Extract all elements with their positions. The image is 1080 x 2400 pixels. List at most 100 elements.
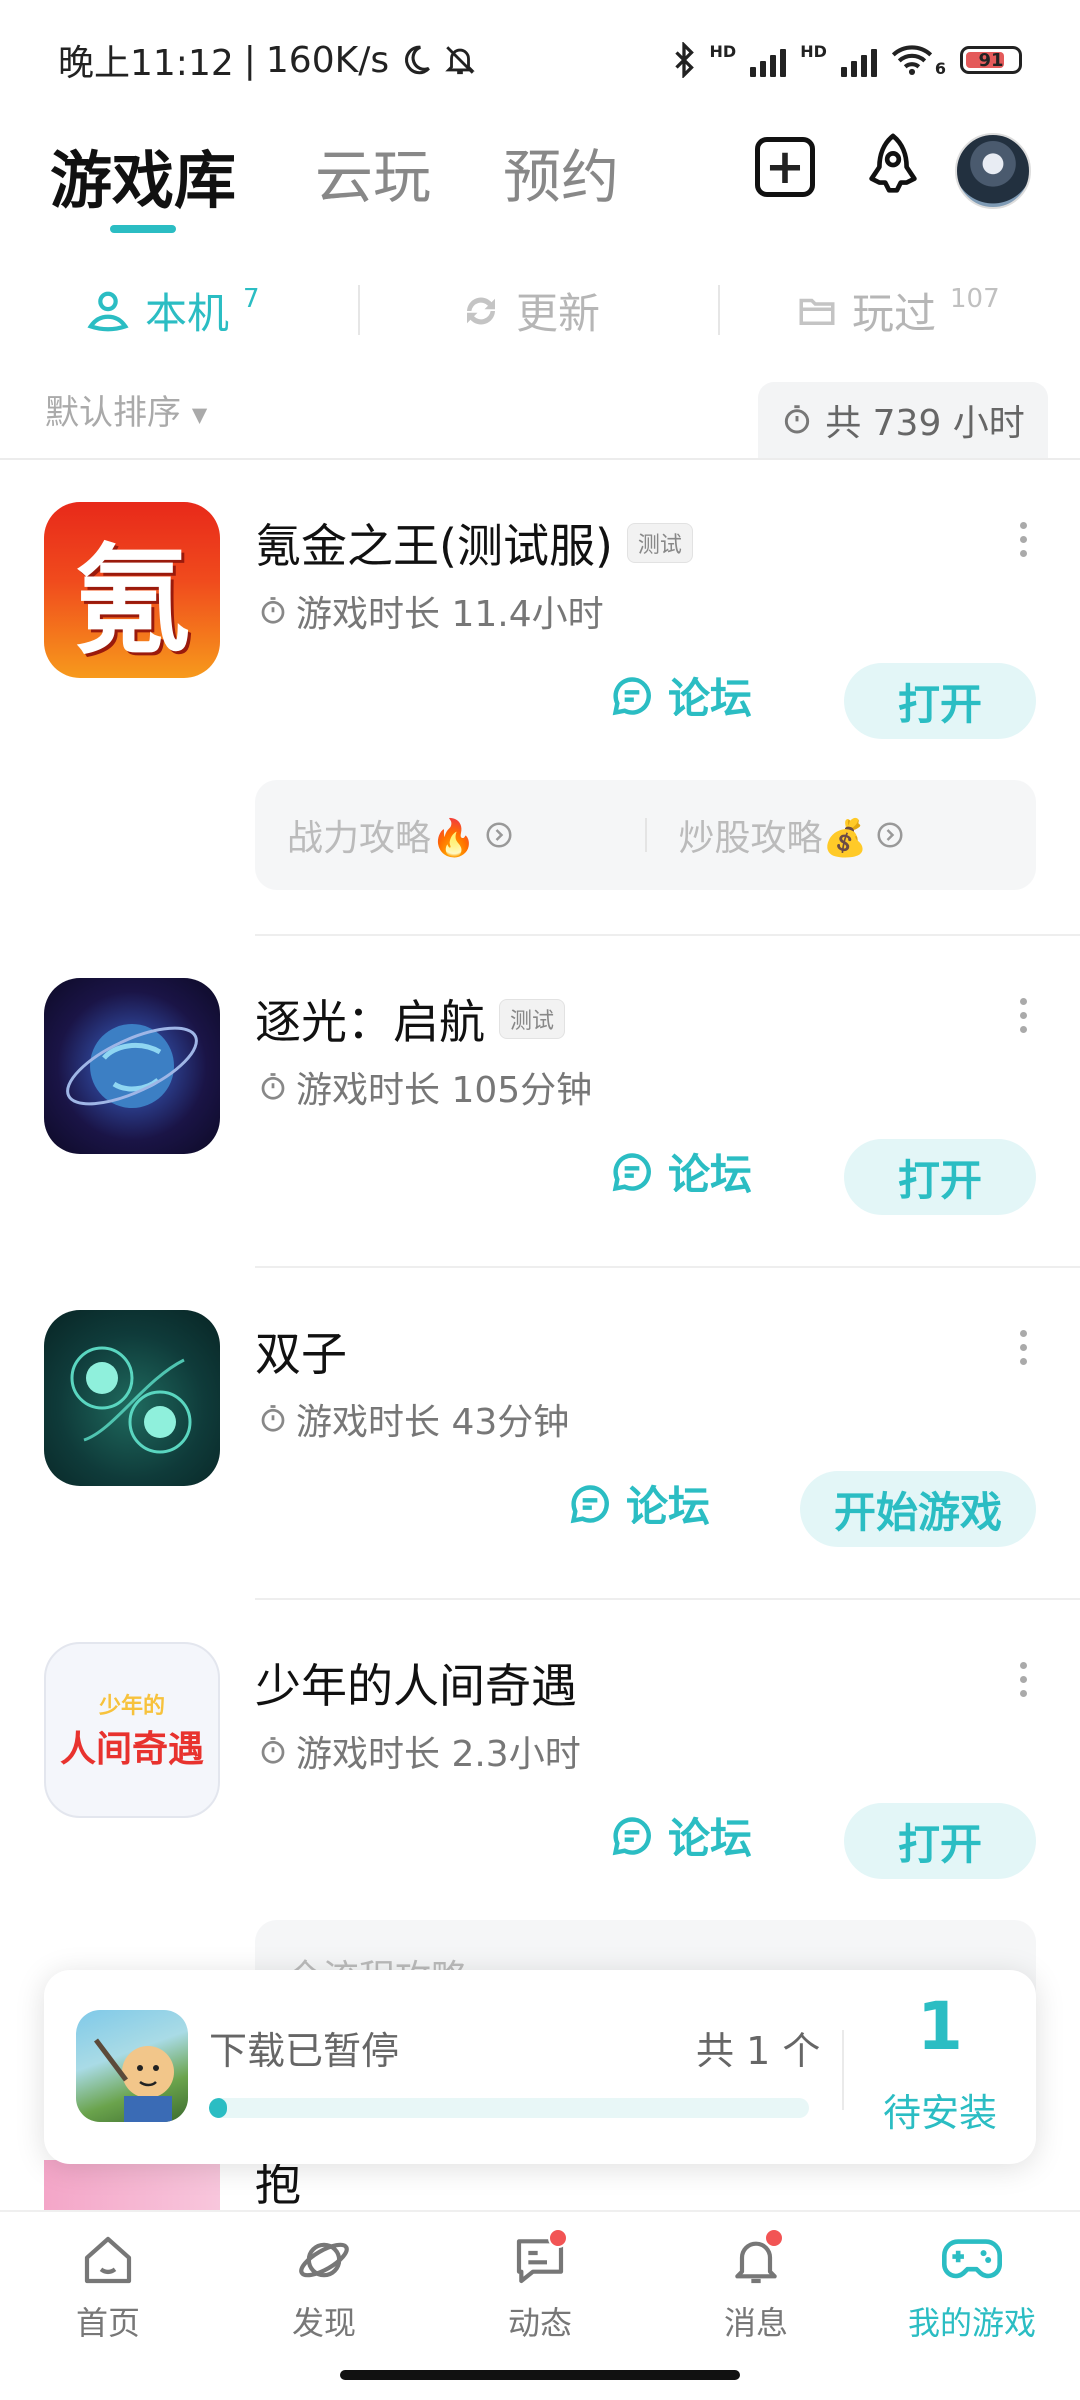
home-indicator[interactable] — [340, 2370, 740, 2380]
start-game-button[interactable]: 开始游戏 — [800, 1471, 1036, 1547]
nav-label: 首页 — [75, 2304, 140, 2342]
more-options-icon[interactable] — [1015, 998, 1031, 1033]
more-options-icon[interactable] — [1015, 1662, 1031, 1697]
more-options-icon[interactable] — [1015, 522, 1031, 557]
guide-link[interactable]: 战力攻略🔥 — [255, 809, 645, 861]
battery-icon: 91 — [960, 46, 1022, 74]
rocket-icon — [869, 133, 917, 193]
game-title-text: 双子 — [255, 1327, 347, 1381]
game-play-time: 游戏时长 2.3小时 — [258, 1725, 581, 1777]
tab-game-library[interactable]: 游戏库 — [50, 130, 236, 220]
stopwatch-icon — [261, 1405, 285, 1432]
guide-label: 炒股攻略💰 — [678, 818, 868, 859]
chat-bubble-icon — [612, 676, 651, 715]
forum-button[interactable]: 论坛 — [568, 1473, 710, 1534]
open-game-button[interactable]: 打开 — [844, 663, 1036, 739]
forum-button[interactable]: 论坛 — [610, 665, 752, 726]
subtab-divider — [718, 285, 720, 335]
game-title[interactable]: 氪金之王(测试服) 测试 — [255, 510, 693, 576]
divider — [0, 458, 1080, 460]
character-art — [94, 2038, 174, 2122]
guide-label: 战力攻略🔥 — [287, 818, 476, 859]
sort-dropdown[interactable]: 默认排序 ▼ — [45, 385, 207, 434]
forum-button[interactable]: 论坛 — [610, 1805, 752, 1866]
notification-dot — [764, 2228, 784, 2248]
status-net-speed: 160K/s — [265, 39, 390, 81]
game-icon[interactable] — [44, 1310, 220, 1486]
active-tab-indicator — [110, 225, 176, 233]
game-title[interactable]: 少年的人间奇遇 — [255, 1650, 577, 1716]
open-game-button[interactable]: 打开 — [844, 1139, 1036, 1215]
forum-button[interactable]: 论坛 — [610, 1141, 752, 1202]
row-divider — [255, 934, 1080, 936]
device-person-icon — [87, 291, 129, 331]
stopwatch-icon — [261, 1073, 285, 1100]
bell-icon — [724, 2228, 788, 2292]
planet-icon — [292, 2228, 356, 2292]
chevron-circle-right-icon — [486, 822, 512, 848]
subtab-played[interactable]: 玩过 107 — [796, 280, 1000, 341]
chat-bubble-icon — [612, 1816, 651, 1855]
stopwatch-icon — [261, 1737, 285, 1764]
game-icon[interactable]: 氪 — [44, 502, 220, 678]
planet-art — [66, 1024, 198, 1108]
pending-install-count[interactable]: 1 — [844, 1988, 1036, 2065]
add-button[interactable]: + — [750, 132, 820, 202]
chat-bubble-icon — [612, 1152, 651, 1191]
signal-label-1: HD — [709, 42, 737, 61]
tab-reservation[interactable]: 预约 — [503, 130, 619, 214]
game-icon[interactable] — [44, 2160, 220, 2210]
open-game-button[interactable]: 打开 — [844, 1803, 1036, 1879]
guide-panel: 战力攻略🔥 炒股攻略💰 — [255, 780, 1036, 890]
nav-messages[interactable]: 消息 — [648, 2212, 864, 2360]
signal-icon-2 — [840, 43, 877, 77]
tab-cloud-play[interactable]: 云玩 — [315, 130, 431, 214]
twin-orbs-art — [70, 1346, 192, 1454]
game-play-time-text: 游戏时长 43分钟 — [296, 1402, 570, 1443]
download-progress-bar — [209, 2098, 809, 2118]
nav-my-games[interactable]: 我的游戏 — [864, 2212, 1080, 2360]
row-divider — [255, 1266, 1080, 1268]
subtab-local[interactable]: 本机 7 — [85, 280, 260, 341]
avatar[interactable] — [955, 133, 1031, 209]
game-title[interactable]: 逐光：启航 测试 — [255, 986, 566, 1052]
total-play-time: 共 739 小时 — [758, 382, 1048, 458]
bottom-nav: 首页 发现 动态 消息 我的游戏 — [0, 2210, 1080, 2360]
stopwatch-icon — [785, 405, 810, 434]
download-total: 共 1 个 — [696, 2029, 821, 2073]
subtab-local-count: 7 — [243, 284, 260, 314]
pending-install-label[interactable]: 待安装 — [844, 2082, 1036, 2137]
game-icon[interactable]: 少年的 人间奇遇 — [44, 1642, 220, 1818]
header: 游戏库 云玩 预约 + — [0, 120, 1080, 250]
nav-label: 消息 — [723, 2304, 788, 2342]
nav-discover[interactable]: 发现 — [216, 2212, 432, 2360]
game-title-text: 氪金之王(测试服) — [255, 519, 613, 573]
total-time-text: 共 739 小时 — [825, 403, 1025, 444]
status-bar: 晚上11:12 | 160K/s HD HD 6 91 — [0, 0, 1080, 120]
game-play-time-text: 游戏时长 11.4小时 — [296, 594, 604, 635]
guide-link[interactable]: 炒股攻略💰 — [647, 809, 1037, 861]
game-title[interactable]: 双子 — [255, 1318, 347, 1384]
row-divider — [255, 1598, 1080, 1600]
nav-label: 发现 — [291, 2304, 356, 2342]
more-options-icon[interactable] — [1015, 1330, 1031, 1365]
game-icon[interactable] — [44, 978, 220, 1154]
plus-icon: + — [755, 137, 815, 197]
sort-label: 默认排序 — [45, 393, 181, 433]
forum-label: 论坛 — [668, 674, 753, 723]
download-game-thumbnail — [76, 2010, 188, 2122]
nav-feed[interactable]: 动态 — [432, 2212, 648, 2360]
wifi-label: 6 — [934, 59, 946, 78]
forum-label: 论坛 — [668, 1150, 753, 1199]
game-play-time-text: 游戏时长 2.3小时 — [296, 1734, 581, 1775]
game-title-text: 少年的人间奇遇 — [255, 1659, 577, 1713]
battery-level: 91 — [978, 49, 1004, 71]
chevron-circle-right-icon — [877, 822, 903, 848]
download-card[interactable]: 下载已暂停 共 1 个 1 待安装 — [44, 1970, 1036, 2164]
bell-off-icon — [445, 46, 475, 75]
nav-home[interactable]: 首页 — [0, 2212, 216, 2360]
subtab-played-count: 107 — [950, 284, 1000, 314]
wifi-icon — [891, 45, 932, 75]
rocket-button[interactable] — [858, 132, 928, 202]
subtab-update[interactable]: 更新 — [460, 280, 600, 341]
